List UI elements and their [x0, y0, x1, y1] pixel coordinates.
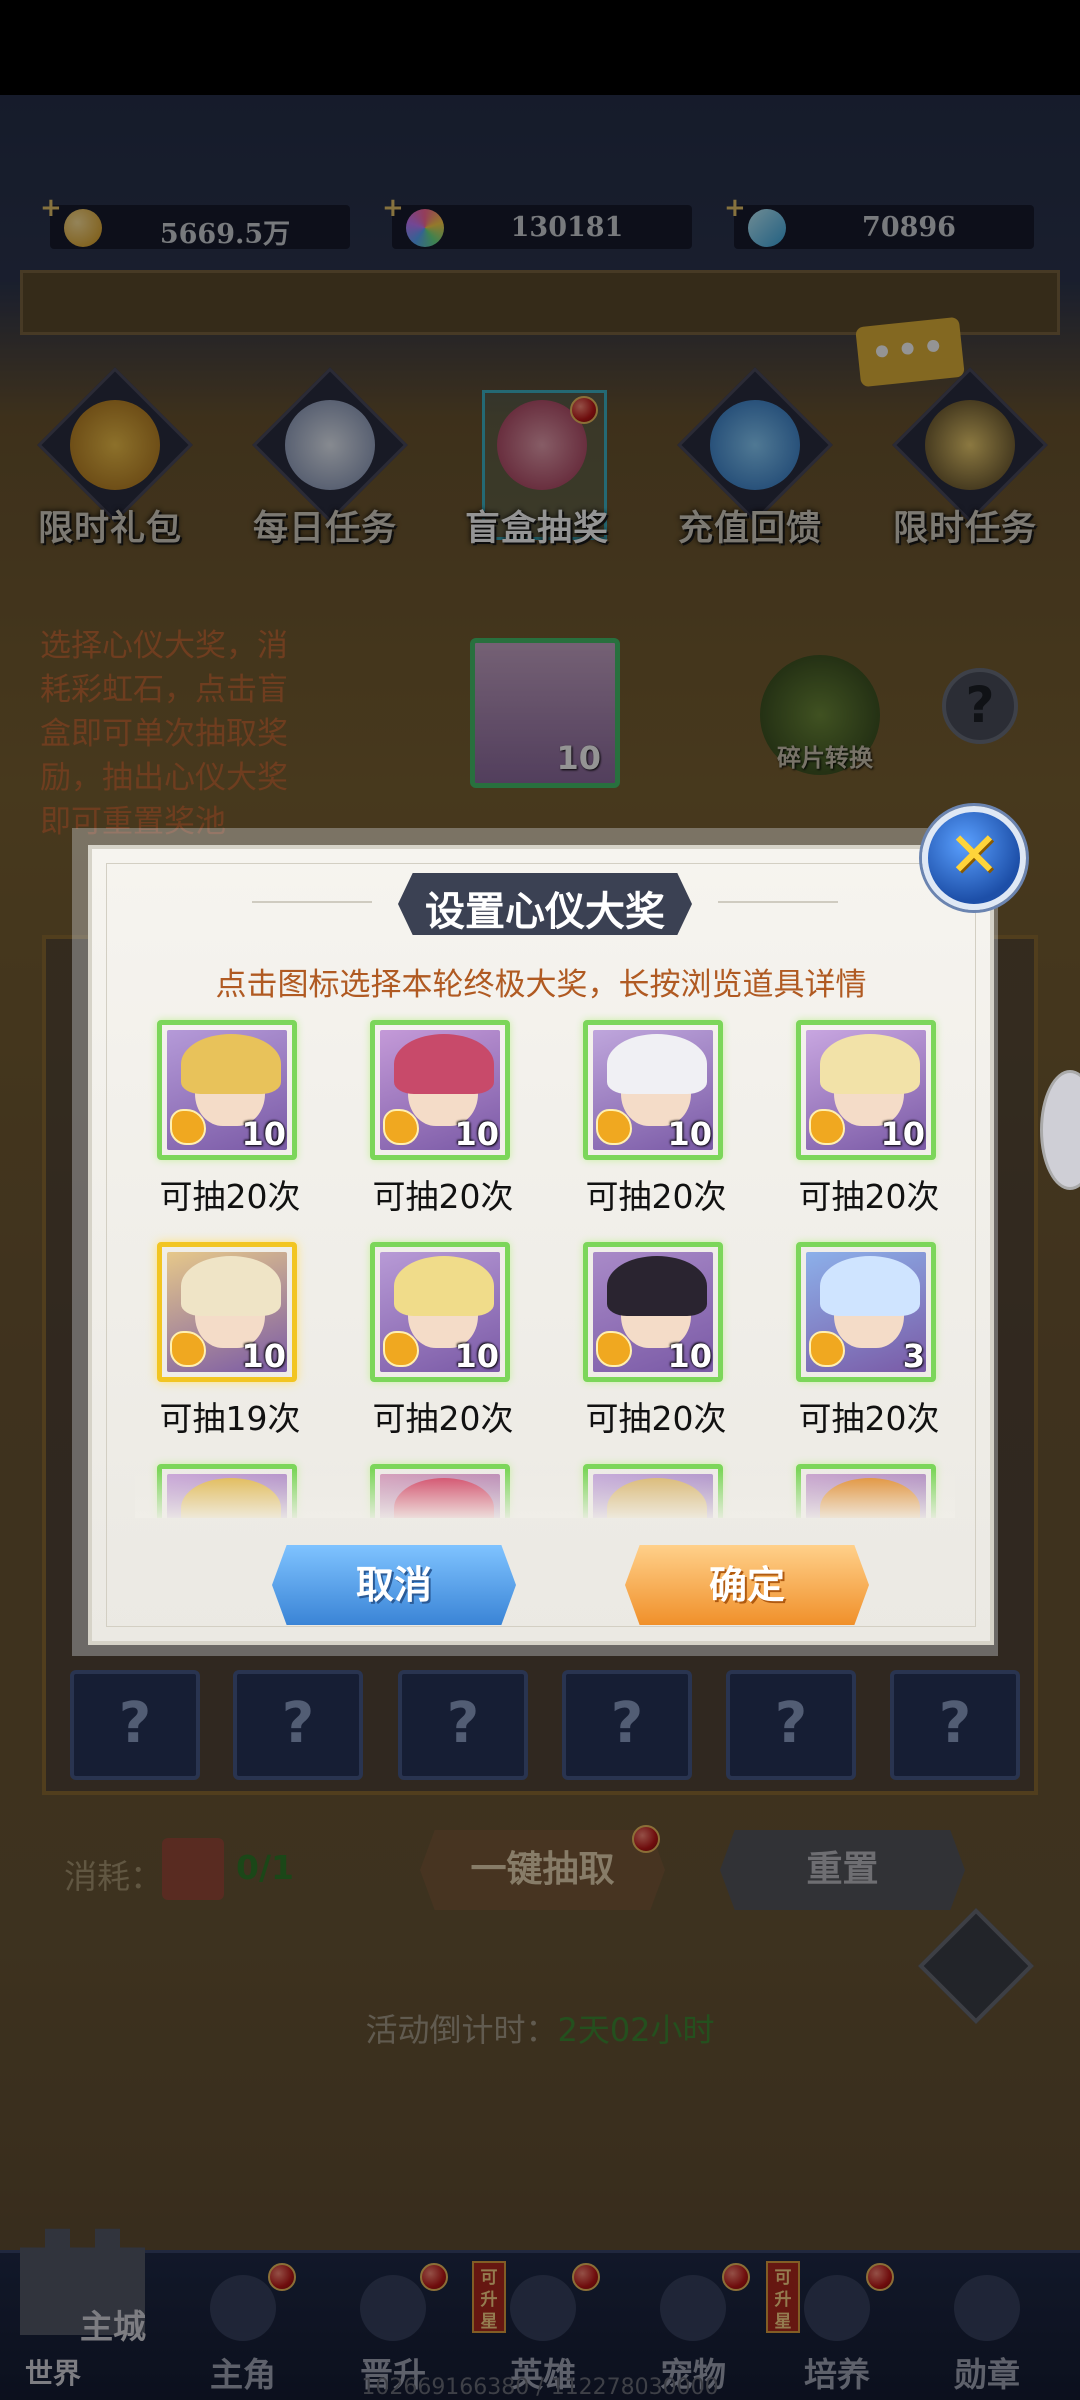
- dialog-hint: 点击图标选择本轮终极大奖，长按浏览道具详情: [215, 967, 867, 1003]
- prize-item-caption: 可抽20次: [372, 1177, 514, 1216]
- prize-item-card: 10: [370, 1020, 510, 1160]
- prize-item[interactable]: 10 可抽20次: [571, 1232, 727, 1438]
- prize-item-card: 10: [583, 1020, 723, 1160]
- prize-item[interactable]: 10 可抽20次: [784, 1010, 940, 1216]
- prize-item-card: 10: [157, 1242, 297, 1382]
- puzzle-piece-icon: [596, 1109, 632, 1145]
- prize-item-caption: 可抽19次: [159, 1399, 301, 1438]
- close-x-icon: ✕: [948, 818, 1000, 891]
- close-button[interactable]: ✕: [922, 806, 1026, 910]
- prize-item[interactable]: 10 可抽20次: [358, 1232, 514, 1438]
- puzzle-piece-icon: [596, 1331, 632, 1367]
- prize-item[interactable]: 10 可抽20次: [358, 1010, 514, 1216]
- prize-item-count: 10: [667, 1115, 712, 1153]
- puzzle-piece-icon: [809, 1109, 845, 1145]
- prize-item-card: 10: [157, 1020, 297, 1160]
- dialog-title: 设置心仪大奖: [425, 889, 665, 935]
- prize-item[interactable]: 10 可抽20次: [145, 1010, 301, 1216]
- puzzle-piece-icon: [170, 1109, 206, 1145]
- prize-item[interactable]: 10 可抽20次: [571, 1010, 727, 1216]
- prize-item-count: 10: [454, 1115, 499, 1153]
- prize-item-caption: 可抽20次: [585, 1177, 727, 1216]
- prize-item-caption: 可抽20次: [159, 1177, 301, 1216]
- prize-item-count: 3: [902, 1337, 925, 1375]
- puzzle-piece-icon: [383, 1331, 419, 1367]
- prize-item-caption: 可抽20次: [798, 1399, 940, 1438]
- prize-item-list[interactable]: 10 可抽20次 10 可抽20次 10 可抽20次 10 可抽20次 10 可抽19次 10 可抽2…: [135, 1010, 955, 1518]
- puzzle-piece-icon: [170, 1331, 206, 1367]
- confirm-button[interactable]: 确定: [625, 1545, 869, 1625]
- prize-item-count: 10: [241, 1337, 286, 1375]
- prize-item-card: 10: [370, 1242, 510, 1382]
- prize-item-count: 10: [454, 1337, 499, 1375]
- prize-item-caption: 可抽20次: [798, 1177, 940, 1216]
- prize-item-card: 3: [796, 1242, 936, 1382]
- puzzle-piece-icon: [383, 1109, 419, 1145]
- prize-item[interactable]: 10 可抽19次: [145, 1232, 301, 1438]
- prize-item[interactable]: 3 可抽20次: [784, 1232, 940, 1438]
- prize-item-count: 10: [241, 1115, 286, 1153]
- puzzle-piece-icon: [809, 1331, 845, 1367]
- prize-item-card: 10: [583, 1242, 723, 1382]
- prize-item-card: 10: [796, 1020, 936, 1160]
- cancel-button[interactable]: 取消: [272, 1545, 516, 1625]
- prize-item-count: 10: [667, 1337, 712, 1375]
- prize-item-count: 10: [880, 1115, 925, 1153]
- prize-item-caption: 可抽20次: [585, 1399, 727, 1438]
- prize-item-caption: 可抽20次: [372, 1399, 514, 1438]
